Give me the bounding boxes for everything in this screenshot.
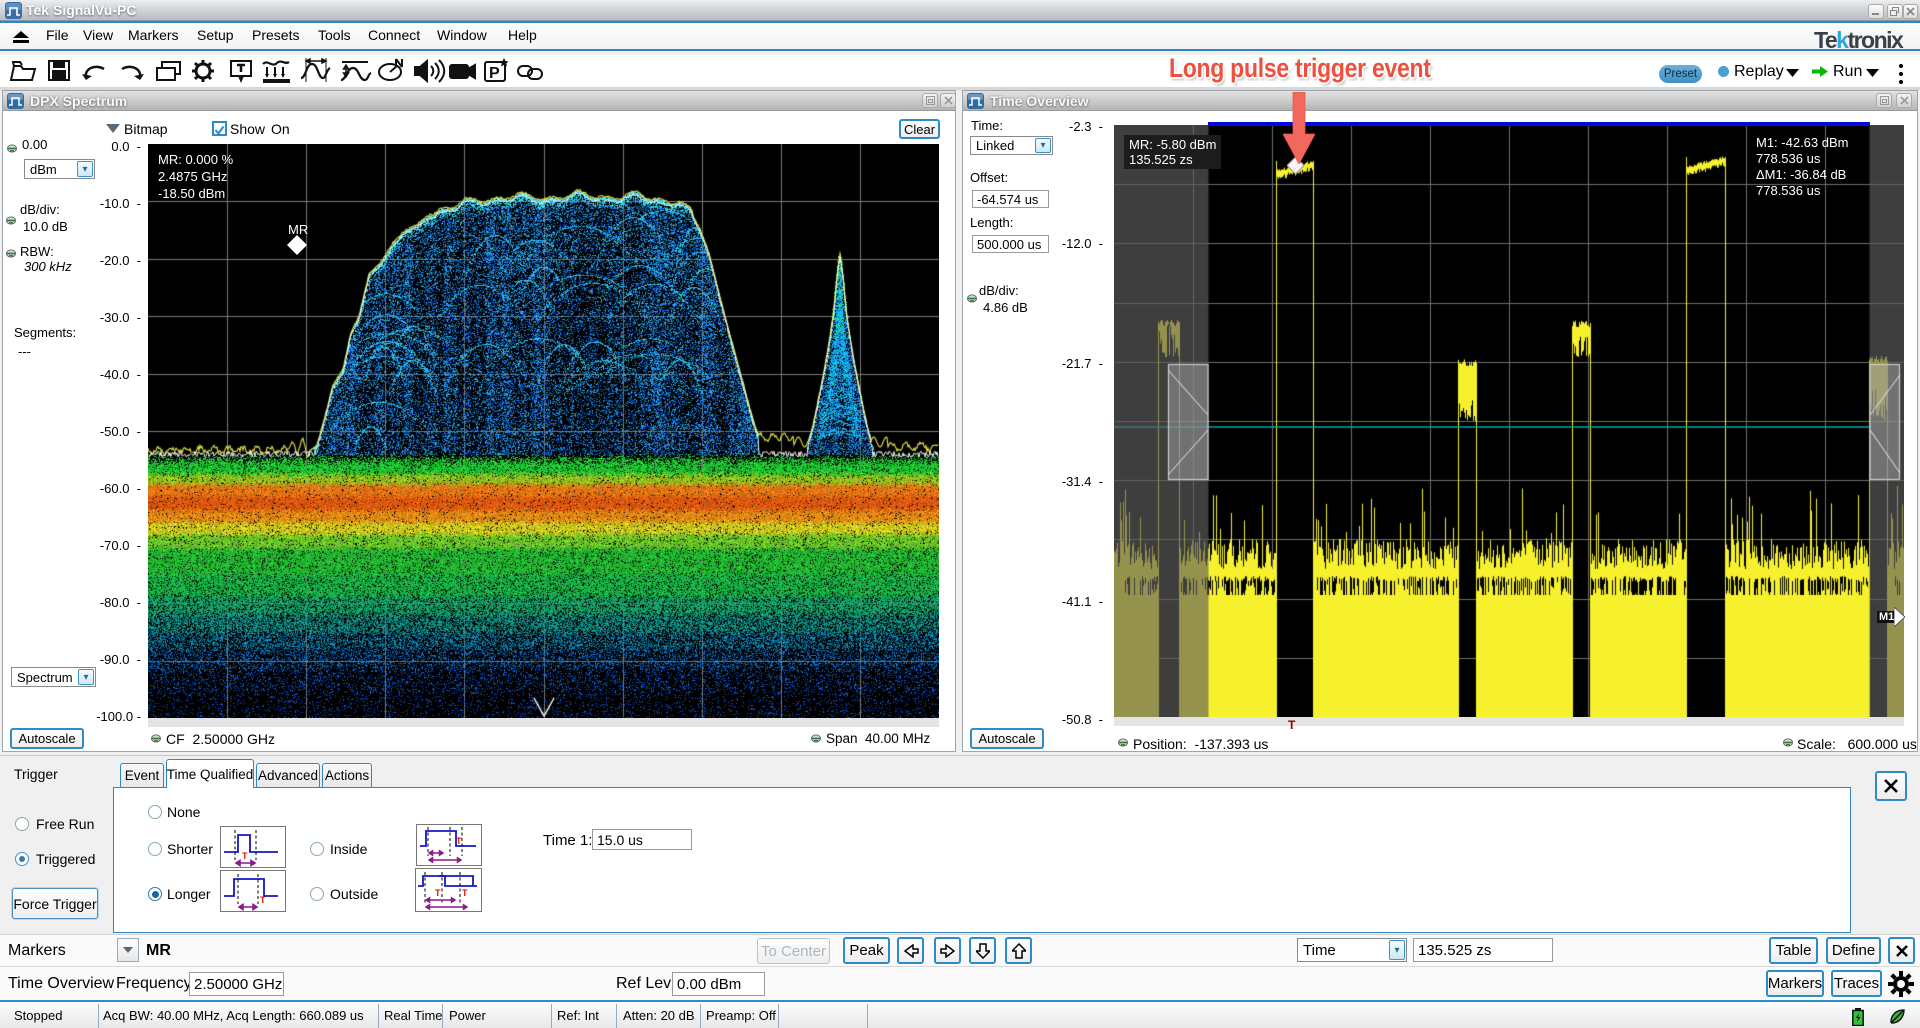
svg-text:T: T — [462, 888, 468, 898]
svg-text:T: T — [456, 836, 462, 846]
svg-text:T: T — [242, 851, 248, 861]
svg-text:T: T — [435, 888, 441, 898]
svg-text:T: T — [260, 895, 266, 905]
svg-text:P: P — [489, 65, 500, 82]
